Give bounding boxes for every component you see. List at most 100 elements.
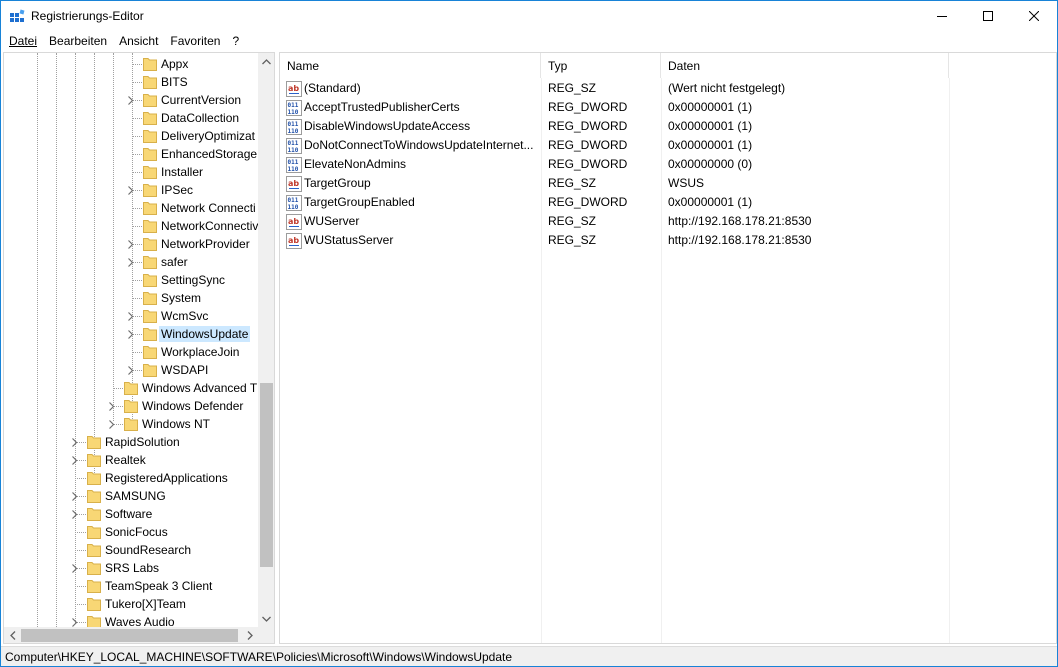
tree-item[interactable]: System [4,289,258,307]
column-header-name[interactable]: Name [280,53,541,78]
tree-item[interactable]: CurrentVersion [4,91,258,109]
tree-connector [75,604,86,605]
tree-item[interactable]: SRS Labs [4,559,258,577]
expand-chevron-icon[interactable] [70,438,79,447]
tree-item[interactable]: Windows NT [4,415,258,433]
folder-icon [143,112,157,125]
column-header-type[interactable]: Typ [541,53,661,78]
tree-connector [132,118,142,119]
close-icon [1029,11,1039,21]
tree-item[interactable]: Waves Audio [4,613,258,627]
expand-chevron-icon[interactable] [70,456,79,465]
chevron-right-icon [247,631,253,640]
tree-item-label: WorkplaceJoin [161,345,240,359]
tree-item[interactable]: Windows Defender [4,397,258,415]
title-bar[interactable]: Registrierungs-Editor [1,1,1057,31]
maximize-button[interactable] [965,1,1011,31]
value-data: 0x00000001 (1) [668,100,753,114]
tree-item[interactable]: Appx [4,55,258,73]
tree-item[interactable]: WcmSvc [4,307,258,325]
vertical-scroll-thumb[interactable] [260,383,273,567]
tree-item[interactable]: Network Connecti [4,199,258,217]
folder-icon [143,310,157,323]
tree-item[interactable]: EnhancedStorageD [4,145,258,163]
value-row[interactable]: 011 110 ElevateNonAdmins REG_DWORD 0x0000000… [280,155,1056,174]
tree-connector [75,550,86,551]
tree-connector [132,172,142,173]
tree-item[interactable]: RapidSolution [4,433,258,451]
expand-chevron-icon[interactable] [70,510,79,519]
tree-item[interactable]: WindowsUpdate [4,325,258,343]
value-row[interactable]: 011 110 AcceptTrustedPublisherCerts REG_DWO… [280,98,1056,117]
tree-item[interactable]: WorkplaceJoin [4,343,258,361]
window-title: Registrierungs-Editor [31,9,144,23]
value-row[interactable]: ab WUStatusServer REG_SZ http://192.168.178… [280,231,1056,250]
tree-item[interactable]: Realtek [4,451,258,469]
close-button[interactable] [1011,1,1057,31]
tree-item[interactable]: SoundResearch [4,541,258,559]
expand-chevron-icon[interactable] [107,420,116,429]
value-data: WSUS [668,176,704,190]
expand-chevron-icon[interactable] [126,312,135,321]
tree-item-label: Installer [161,165,204,179]
tree-item[interactable]: Windows Advanced T [4,379,258,397]
expand-chevron-icon[interactable] [126,366,135,375]
expand-chevron-icon[interactable] [126,96,135,105]
menu-favoriten[interactable]: Favoriten [164,31,226,51]
tree-item[interactable]: WSDAPI [4,361,258,379]
tree-item[interactable]: Installer [4,163,258,181]
value-row[interactable]: 011 110 DisableWindowsUpdateAccess REG_DWOR… [280,117,1056,136]
expand-chevron-icon[interactable] [126,330,135,339]
tree-item[interactable]: NetworkProvider [4,235,258,253]
tree-item[interactable]: SonicFocus [4,523,258,541]
folder-icon [143,274,157,287]
tree-item[interactable]: IPSec [4,181,258,199]
key-tree-pane[interactable]: Appx BITS CurrentVersion DataCollection Deli… [3,52,275,644]
value-row[interactable]: ab WUServer REG_SZ http://192.168.178.21:85… [280,212,1056,231]
value-row[interactable]: 011 110 DoNotConnectToWindowsUpdateInterne… [280,136,1056,155]
expand-chevron-icon[interactable] [70,564,79,573]
tree-item-label: EnhancedStorageD [161,147,258,161]
value-row[interactable]: 011 110 TargetGroupEnabled REG_DWORD 0x00000… [280,193,1056,212]
tree-item-label: IPSec [161,183,194,197]
tree-item[interactable]: DataCollection [4,109,258,127]
binary-value-icon: 011110 [286,138,302,154]
scroll-left-button[interactable] [4,627,21,643]
tree-item[interactable]: SettingSync [4,271,258,289]
expand-chevron-icon[interactable] [70,618,79,627]
values-list-pane[interactable]: Name Typ Daten ab (Standard) REG_SZ (Wert n… [279,52,1057,644]
scroll-right-button[interactable] [241,627,258,643]
column-header-data[interactable]: Daten [661,53,949,78]
menu-bearbeiten[interactable]: Bearbeiten [43,31,113,51]
folder-icon [143,328,157,341]
menu-datei[interactable]: Datei [3,31,43,51]
tree-item[interactable]: Tukero[X]Team [4,595,258,613]
menu-bar: Datei Bearbeiten Ansicht Favoriten ? [1,31,1057,51]
tree-horizontal-scrollbar[interactable] [4,627,258,643]
folder-icon [87,436,101,449]
expand-chevron-icon[interactable] [107,402,116,411]
string-value-icon: ab [286,81,302,97]
tree-item[interactable]: safer [4,253,258,271]
tree-item[interactable]: NetworkConnectiv [4,217,258,235]
value-row[interactable]: ab TargetGroup REG_SZ WSUS [280,174,1056,193]
expand-chevron-icon[interactable] [126,258,135,267]
horizontal-scroll-thumb[interactable] [21,629,238,642]
expand-chevron-icon[interactable] [70,492,79,501]
scroll-up-button[interactable] [258,53,274,70]
minimize-button[interactable] [919,1,965,31]
tree-item[interactable]: TeamSpeak 3 Client [4,577,258,595]
tree-vertical-scrollbar[interactable] [258,53,274,627]
tree-item[interactable]: Software [4,505,258,523]
tree-item[interactable]: RegisteredApplications [4,469,258,487]
tree-item[interactable]: BITS [4,73,258,91]
menu-help[interactable]: ? [226,31,245,51]
tree-item-label: Network Connecti [161,201,256,215]
menu-ansicht[interactable]: Ansicht [113,31,164,51]
value-row[interactable]: ab (Standard) REG_SZ (Wert nicht festgelegt… [280,79,1056,98]
expand-chevron-icon[interactable] [126,240,135,249]
expand-chevron-icon[interactable] [126,186,135,195]
scroll-down-button[interactable] [258,610,274,627]
tree-item[interactable]: DeliveryOptimizat [4,127,258,145]
tree-item[interactable]: SAMSUNG [4,487,258,505]
